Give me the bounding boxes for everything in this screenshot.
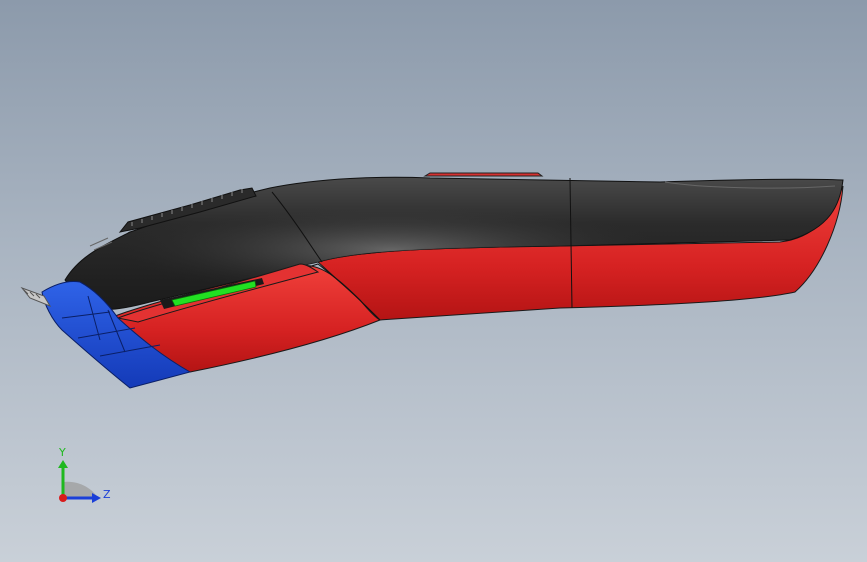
top-button[interactable]	[423, 172, 544, 177]
y-axis-arrow	[58, 460, 68, 468]
z-axis-label: Z	[103, 488, 111, 501]
model-view[interactable]: Y Z	[0, 0, 867, 562]
y-axis-label: Y	[58, 446, 66, 459]
x-axis-origin	[59, 494, 67, 502]
z-axis-arrow	[92, 493, 101, 503]
graphics-viewport[interactable]: Y Z	[0, 0, 867, 562]
coordinate-triad: Y Z	[58, 446, 111, 503]
